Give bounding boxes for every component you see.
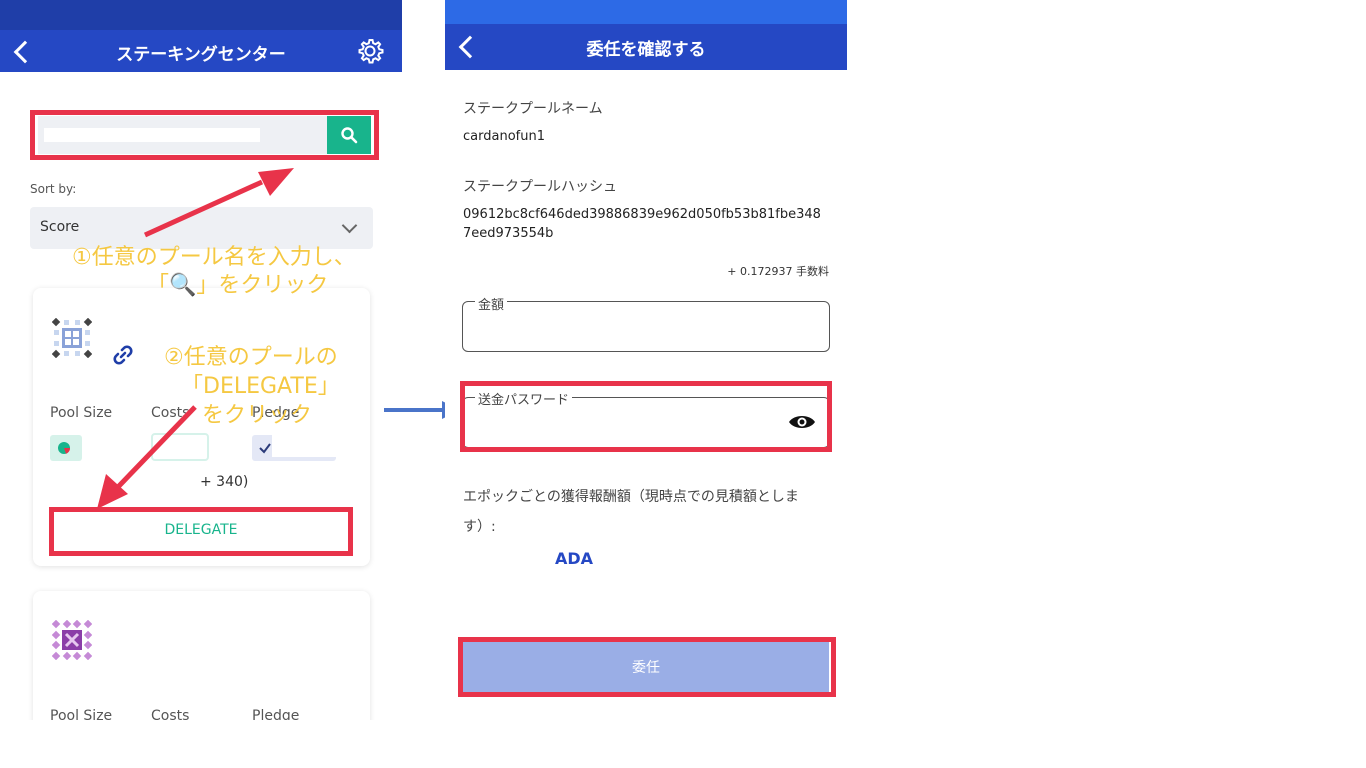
annotation-step2-line3: をクリック bbox=[202, 403, 313, 428]
annotation-step2-line2: 「DELEGATE」 bbox=[181, 374, 340, 399]
annotation-step2: ②任意のプールの bbox=[164, 345, 338, 370]
pool-hash-label: ステークプールハッシュ bbox=[463, 179, 617, 195]
chevron-left-icon bbox=[458, 35, 482, 59]
pool-hash-value-line2: 7eed973554b bbox=[463, 226, 554, 241]
password-highlight-box bbox=[460, 381, 832, 452]
annotation-step1-line2: 「🔍」をクリック bbox=[147, 273, 329, 298]
reward-currency: ADA bbox=[555, 549, 594, 568]
pool-hash-value: 09612bc8cf646ded39886839e962d050fb53b81f… bbox=[463, 207, 821, 222]
page-title: 委任を確認する bbox=[586, 40, 706, 60]
pool-name-label: ステークプールネーム bbox=[463, 101, 603, 117]
back-button[interactable] bbox=[453, 31, 483, 61]
reward-label-line2: す）: bbox=[463, 519, 496, 535]
confirm-delegation-screen: 委任を確認する ステークプールネーム cardanofun1 ステークプールハッ… bbox=[445, 0, 847, 720]
fee-text: + 0.172937 手数料 bbox=[727, 265, 829, 278]
submit-highlight-box bbox=[458, 637, 836, 697]
annotation-step1: ①任意のプール名を入力し、 bbox=[72, 245, 356, 270]
pool-name-value: cardanofun1 bbox=[463, 129, 545, 144]
app-bar: 委任を確認する bbox=[445, 24, 847, 70]
status-bar bbox=[445, 0, 847, 24]
amount-field[interactable] bbox=[462, 301, 830, 352]
reward-label: エポックごとの獲得報酬額（現時点での見積額としま bbox=[463, 489, 799, 505]
amount-label: 金額 bbox=[475, 294, 508, 313]
staking-center-screen: ステーキングセンター Sort by: Score Pool Size Cost… bbox=[0, 0, 402, 720]
